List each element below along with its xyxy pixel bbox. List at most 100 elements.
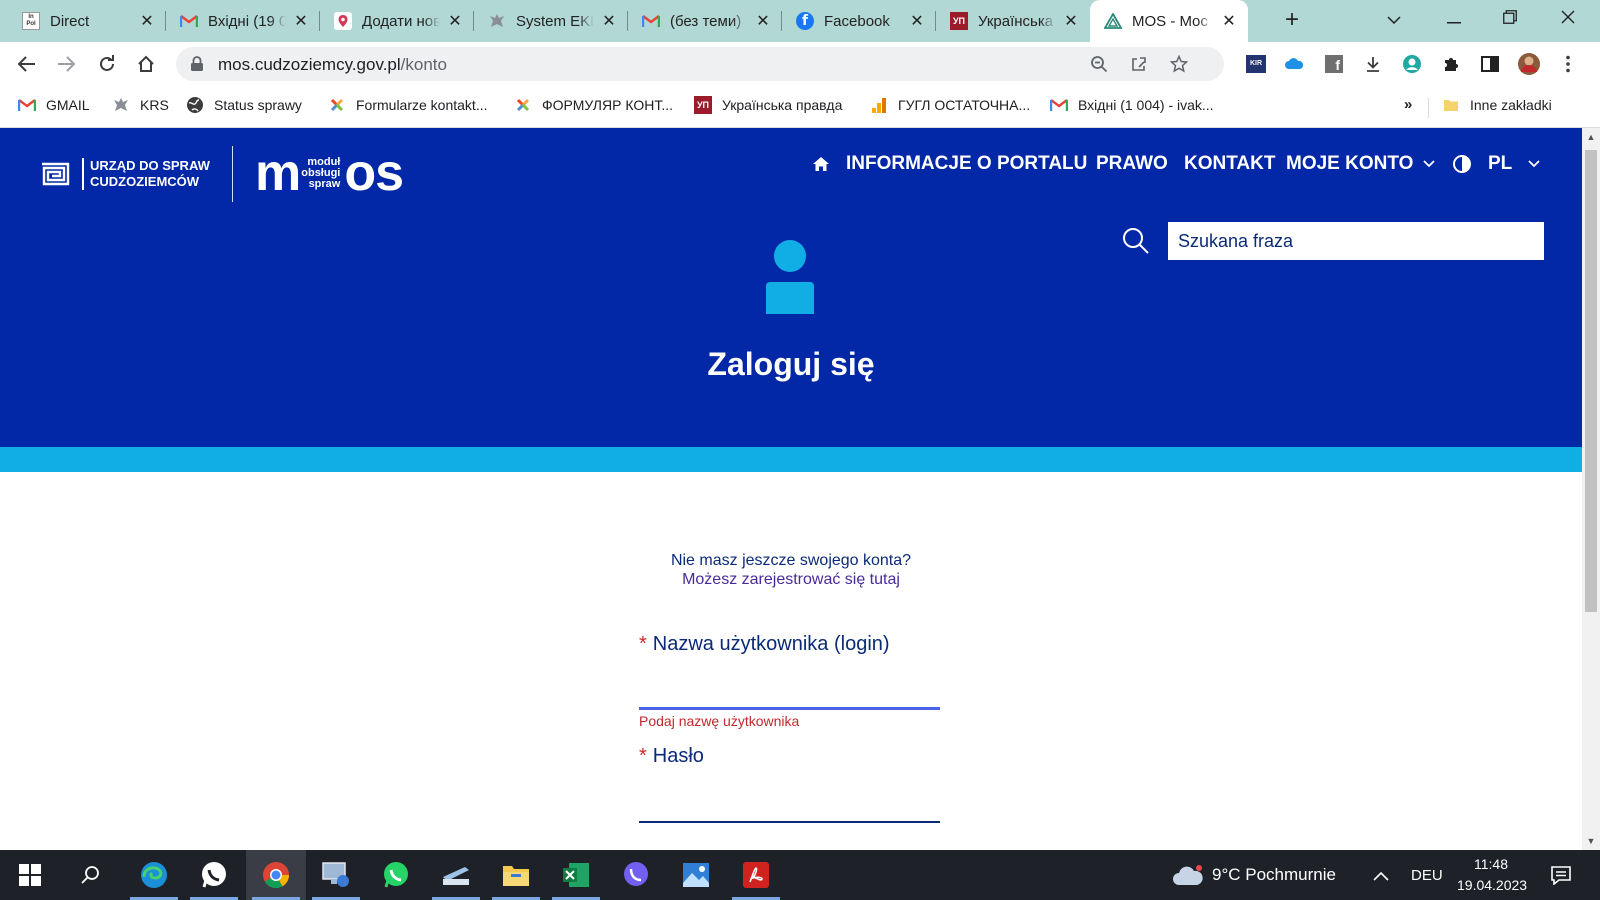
- tray-overflow-button[interactable]: [1373, 868, 1389, 886]
- mos-logo[interactable]: m moduł obsługi spraw os: [255, 147, 404, 199]
- close-icon[interactable]: ✕: [600, 11, 618, 31]
- url-text[interactable]: mos.cudzoziemcy.gov.pl/konto: [218, 55, 447, 75]
- bookmarks-bar: GMAIL KRS Status sprawy Formularze konta…: [0, 86, 1600, 128]
- taskbar-photos[interactable]: [666, 850, 726, 900]
- page-scrollbar[interactable]: ▲ ▼: [1582, 128, 1600, 850]
- close-icon[interactable]: ✕: [1062, 11, 1080, 31]
- tab-gmail-inbox[interactable]: Вхідні (19 0 ✕: [166, 0, 320, 42]
- notifications-button[interactable]: [1550, 865, 1572, 890]
- taskbar-remote-desktop[interactable]: [306, 850, 366, 900]
- bookmark-gmail[interactable]: GMAIL: [18, 96, 90, 114]
- language-selector[interactable]: PL: [1488, 152, 1540, 176]
- restore-button[interactable]: [1488, 6, 1532, 34]
- contrast-toggle[interactable]: [1452, 152, 1472, 176]
- facebook-extension-icon[interactable]: f: [1320, 50, 1348, 78]
- password-field[interactable]: [639, 791, 940, 823]
- map-pin-icon: [334, 12, 352, 30]
- tab-gmail-no-subject[interactable]: (без теми) ✕: [628, 0, 782, 42]
- close-window-button[interactable]: [1546, 6, 1590, 34]
- address-bar[interactable]: mos.cudzoziemcy.gov.pl/konto: [176, 47, 1224, 81]
- bookmark-analytics[interactable]: ГУГЛ ОСТАТОЧНА...: [870, 96, 1030, 114]
- lock-icon[interactable]: [190, 56, 204, 72]
- share-icon[interactable]: [1128, 53, 1150, 75]
- minimize-icon: [1447, 22, 1461, 24]
- scrollbar-thumb[interactable]: [1585, 150, 1597, 612]
- taskbar-scanner[interactable]: [426, 850, 486, 900]
- close-icon[interactable]: ✕: [446, 11, 464, 31]
- home-button[interactable]: [132, 50, 160, 78]
- user-icon: [766, 240, 814, 314]
- onedrive-cloud-icon[interactable]: [1280, 50, 1308, 78]
- urzad-logo[interactable]: URZĄD DO SPRAW CUDZOZIEMCÓW: [36, 154, 210, 194]
- close-icon[interactable]: ✕: [754, 11, 772, 31]
- tab-mos-active[interactable]: MOS - Moc ✕: [1090, 0, 1248, 42]
- no-account-text: Nie masz jeszcze swojego konta?: [670, 552, 912, 569]
- register-link[interactable]: Możesz zarejestrować się tutaj: [0, 571, 1582, 589]
- bookmark-formularze[interactable]: Formularze kontakt...: [328, 96, 488, 114]
- restore-icon: [1503, 10, 1517, 24]
- start-button[interactable]: [0, 850, 60, 900]
- minimize-button[interactable]: [1432, 6, 1476, 34]
- scroll-down-arrow-icon[interactable]: ▼: [1582, 832, 1600, 850]
- search-input[interactable]: [1168, 222, 1544, 260]
- back-button[interactable]: [13, 50, 41, 78]
- tab-search-button[interactable]: [1372, 6, 1416, 34]
- nav-info-portal[interactable]: INFORMACJE O PORTALU: [846, 152, 1087, 176]
- weather-text[interactable]: 9°C Pochmurnie: [1212, 865, 1336, 885]
- taskbar-search-button[interactable]: [60, 850, 120, 900]
- bookmarks-overflow-button[interactable]: »: [1404, 96, 1412, 113]
- star-icon[interactable]: [1168, 53, 1190, 75]
- zoom-icon[interactable]: [1088, 53, 1110, 75]
- search-icon[interactable]: [1122, 227, 1150, 255]
- menu-button[interactable]: [1554, 50, 1582, 78]
- reload-button[interactable]: [93, 50, 121, 78]
- tab-title: Вхідні (19 0: [208, 12, 286, 30]
- kir-extension-icon[interactable]: KIR: [1242, 50, 1270, 78]
- tab-direct[interactable]: In Pol Direct ✕: [8, 0, 166, 42]
- taskbar-whatsapp[interactable]: [184, 850, 244, 900]
- inpol-icon: In Pol: [22, 12, 40, 30]
- taskbar-chrome[interactable]: [246, 850, 306, 900]
- close-icon[interactable]: ✕: [292, 11, 310, 31]
- profile-extension-icon[interactable]: [1398, 50, 1426, 78]
- taskbar-viber[interactable]: [606, 850, 666, 900]
- tab-ukrainska-pravda[interactable]: УП Українська ✕: [936, 0, 1090, 42]
- nav-home-link[interactable]: [812, 152, 830, 176]
- username-field[interactable]: [639, 678, 940, 710]
- cloudy-weather-icon: [1173, 865, 1203, 885]
- taskbar-edge[interactable]: [124, 850, 184, 900]
- tab-system-ekr[interactable]: System EKR ✕: [474, 0, 628, 42]
- nav-kontakt[interactable]: KONTAKT: [1184, 152, 1275, 176]
- taskbar-acrobat[interactable]: [726, 850, 786, 900]
- new-tab-button[interactable]: +: [1278, 7, 1306, 35]
- forward-button[interactable]: [52, 50, 80, 78]
- bookmark-status-sprawy[interactable]: Status sprawy: [186, 96, 302, 114]
- other-bookmarks-folder[interactable]: Inne zakładki: [1442, 96, 1552, 114]
- bookmark-gmail-inbox[interactable]: Вхідні (1 004) - ivak...: [1050, 96, 1214, 114]
- avatar[interactable]: [1515, 50, 1543, 78]
- taskbar-file-explorer[interactable]: [486, 850, 546, 900]
- clock-time[interactable]: 11:48: [1474, 856, 1508, 872]
- tab-facebook[interactable]: f Facebook ✕: [782, 0, 936, 42]
- input-language[interactable]: DEU: [1411, 867, 1443, 884]
- joomla-icon: [514, 96, 532, 114]
- download-button[interactable]: [1359, 50, 1387, 78]
- tab-add-new[interactable]: Додати нов ✕: [320, 0, 474, 42]
- extensions-puzzle-icon[interactable]: [1437, 50, 1465, 78]
- close-icon[interactable]: ✕: [908, 11, 926, 31]
- nav-moje-konto[interactable]: MOJE KONTO: [1286, 152, 1436, 176]
- facebook-icon: f: [796, 12, 814, 30]
- nav-prawo[interactable]: PRAWO: [1096, 152, 1168, 176]
- close-icon[interactable]: ✕: [138, 11, 156, 31]
- chevron-down-icon: [1423, 160, 1436, 168]
- taskbar-excel[interactable]: [546, 850, 606, 900]
- side-panel-icon[interactable]: [1476, 50, 1504, 78]
- taskbar-whatsapp-2[interactable]: [366, 850, 426, 900]
- close-icon[interactable]: ✕: [1220, 11, 1238, 31]
- bookmark-formulyar[interactable]: ФОРМУЛЯР КОНТ...: [514, 96, 673, 114]
- bookmark-ukrainska-pravda[interactable]: УП Українська правда: [694, 96, 842, 114]
- scroll-up-arrow-icon[interactable]: ▲: [1582, 128, 1600, 146]
- clock-date[interactable]: 19.04.2023: [1457, 877, 1527, 893]
- weather-widget[interactable]: [1172, 864, 1204, 891]
- bookmark-krs[interactable]: KRS: [112, 96, 169, 114]
